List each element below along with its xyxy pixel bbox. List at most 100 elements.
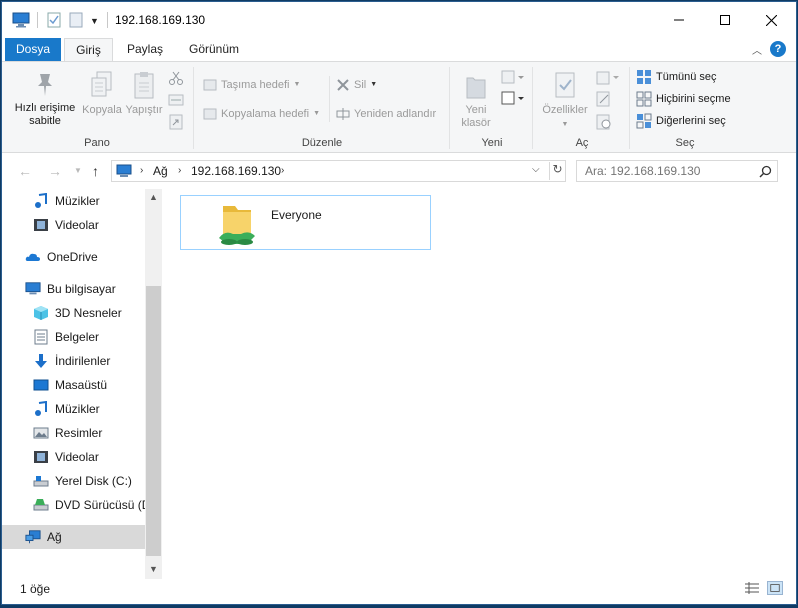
invert-selection-icon: [636, 113, 652, 129]
music-icon: [33, 193, 49, 209]
sidebar-item-videos[interactable]: Videolar: [2, 213, 145, 237]
delete-caret-icon: ▼: [370, 81, 378, 88]
sidebar-item-music[interactable]: Müzikler: [2, 397, 145, 421]
sidebar-item-label: Videolar: [55, 450, 99, 464]
item-count: 1 öğe: [20, 582, 51, 596]
paste-shortcut-icon[interactable]: [168, 114, 184, 130]
paste-button[interactable]: Yapıştır: [122, 70, 166, 117]
delete-button[interactable]: Sil ▼: [336, 76, 377, 94]
sidebar-item-pictures[interactable]: Resimler: [2, 421, 145, 445]
copy-path-icon[interactable]: [168, 93, 184, 107]
sidebar-item-onedrive[interactable]: OneDrive: [2, 245, 145, 269]
group-separator: [193, 67, 194, 149]
select-all-icon: [637, 70, 651, 84]
breadcrumb-host[interactable]: 192.168.169.130: [191, 164, 281, 178]
move-to-label: Taşıma hedefi: [221, 79, 290, 91]
list-item[interactable]: Everyone: [180, 195, 431, 250]
document-icon: [33, 329, 49, 345]
recent-locations-chevron-icon[interactable]: ▼: [74, 166, 82, 175]
sidebar-item-label: 3D Nesneler: [55, 306, 122, 320]
scroll-thumb[interactable]: [146, 286, 161, 556]
close-button[interactable]: [748, 2, 794, 38]
search-box[interactable]: [576, 160, 778, 182]
pin-label-line1: Hızlı erişime: [14, 102, 76, 114]
computer-icon[interactable]: [12, 12, 30, 28]
collapse-ribbon-icon[interactable]: ︿: [752, 42, 762, 57]
edit-icon[interactable]: [596, 91, 612, 107]
breadcrumb-chevron-icon[interactable]: ›: [178, 165, 181, 176]
breadcrumb-network[interactable]: Ağ: [153, 164, 168, 178]
copy-label: Kopyala: [82, 104, 122, 116]
network-icon: [25, 529, 41, 545]
tab-file[interactable]: Dosya: [5, 38, 61, 61]
new-item-icon[interactable]: [501, 70, 525, 86]
shared-folder-icon: [219, 206, 255, 245]
history-icon[interactable]: [596, 114, 612, 130]
sidebar-item-network[interactable]: Ağ: [2, 525, 145, 549]
sidebar-item-label: Müzikler: [55, 402, 100, 416]
quick-access-dropdown-icon[interactable]: ▼: [90, 16, 99, 26]
group-label-organize: Düzenle: [301, 137, 343, 149]
group-separator: [629, 67, 630, 149]
address-bar[interactable]: › Ağ › 192.168.169.130 › ⌵ ↻: [111, 160, 566, 182]
pin-quick-access-button[interactable]: Hızlı erişime sabitle: [10, 70, 80, 128]
search-icon[interactable]: [759, 165, 772, 178]
sidebar-item-music[interactable]: Müzikler: [2, 189, 145, 213]
sidebar-item-dvd-drive[interactable]: DVD Sürücüsü (D: [2, 493, 145, 517]
cut-icon[interactable]: [168, 70, 184, 86]
back-arrow-icon[interactable]: ←: [18, 163, 32, 179]
properties-button[interactable]: Özellikler ▼: [537, 70, 593, 131]
delete-label: Sil: [354, 79, 367, 91]
sidebar-scrollbar[interactable]: ▲ ▼: [145, 189, 162, 579]
move-to-button[interactable]: Taşıma hedefi ▼: [203, 76, 300, 94]
forward-arrow-icon[interactable]: →: [48, 163, 62, 179]
maximize-button[interactable]: [702, 2, 748, 38]
sidebar-item-3d-objects[interactable]: 3D Nesneler: [2, 301, 145, 325]
sidebar-item-local-disk[interactable]: Yerel Disk (C:): [2, 469, 145, 493]
select-all-button[interactable]: Tümünü seç: [636, 68, 717, 86]
sidebar-item-videos[interactable]: Videolar: [2, 445, 145, 469]
address-history-dropdown-icon[interactable]: ⌵: [532, 164, 540, 175]
sidebar-item-desktop[interactable]: Masaüstü: [2, 373, 145, 397]
copy-button[interactable]: Kopyala: [80, 70, 124, 117]
select-none-icon: [636, 91, 652, 107]
details-view-icon[interactable]: [744, 581, 760, 595]
invert-selection-button[interactable]: Diğerlerini seç: [636, 112, 726, 130]
properties-icon: [555, 72, 575, 98]
quick-access-separator: [37, 12, 38, 28]
search-input[interactable]: [585, 164, 755, 178]
copy-to-button[interactable]: Kopyalama hedefi ▼: [203, 105, 320, 123]
up-arrow-icon[interactable]: ↑: [92, 163, 99, 179]
drive-icon: [33, 473, 49, 489]
copy-to-caret-icon: ▼: [313, 110, 320, 117]
scroll-up-arrow-icon[interactable]: ▲: [145, 189, 162, 206]
scroll-down-arrow-icon[interactable]: ▼: [145, 561, 162, 578]
tab-share[interactable]: Paylaş: [117, 38, 173, 61]
select-none-button[interactable]: Hiçbirini seçme: [636, 90, 731, 108]
sidebar-item-documents[interactable]: Belgeler: [2, 325, 145, 349]
sidebar-item-downloads[interactable]: İndirilenler: [2, 349, 145, 373]
refresh-icon[interactable]: ↻: [549, 162, 565, 180]
easy-access-icon[interactable]: [501, 91, 525, 107]
new-folder-icon[interactable]: [69, 12, 83, 28]
open-icon[interactable]: [596, 70, 620, 86]
copy-to-icon: [203, 108, 217, 120]
breadcrumb-chevron-icon[interactable]: ›: [281, 165, 284, 176]
maximize-icon: [720, 15, 730, 25]
file-list: Everyone: [162, 189, 796, 579]
computer-icon: [25, 281, 41, 297]
rename-button[interactable]: Yeniden adlandır: [336, 105, 436, 123]
breadcrumb-chevron-icon[interactable]: ›: [140, 165, 143, 176]
pin-icon: [38, 74, 52, 96]
sidebar-item-this-pc[interactable]: Bu bilgisayar: [2, 277, 145, 301]
tab-view[interactable]: Görünüm: [178, 38, 250, 61]
address-row: ← → ▼ ↑ › Ağ › 192.168.169.130 › ⌵ ↻: [2, 153, 796, 189]
help-icon[interactable]: ?: [770, 41, 786, 57]
new-folder-button[interactable]: Yeni klasör: [454, 70, 498, 130]
tab-home[interactable]: Giriş: [64, 38, 113, 62]
properties-check-icon[interactable]: [47, 12, 61, 28]
minimize-button[interactable]: [656, 2, 702, 38]
ribbon: Hızlı erişime sabitle Kopyala Yapıştır P…: [2, 61, 796, 153]
large-icons-view-icon[interactable]: [767, 581, 783, 595]
delete-x-icon: [337, 79, 349, 91]
